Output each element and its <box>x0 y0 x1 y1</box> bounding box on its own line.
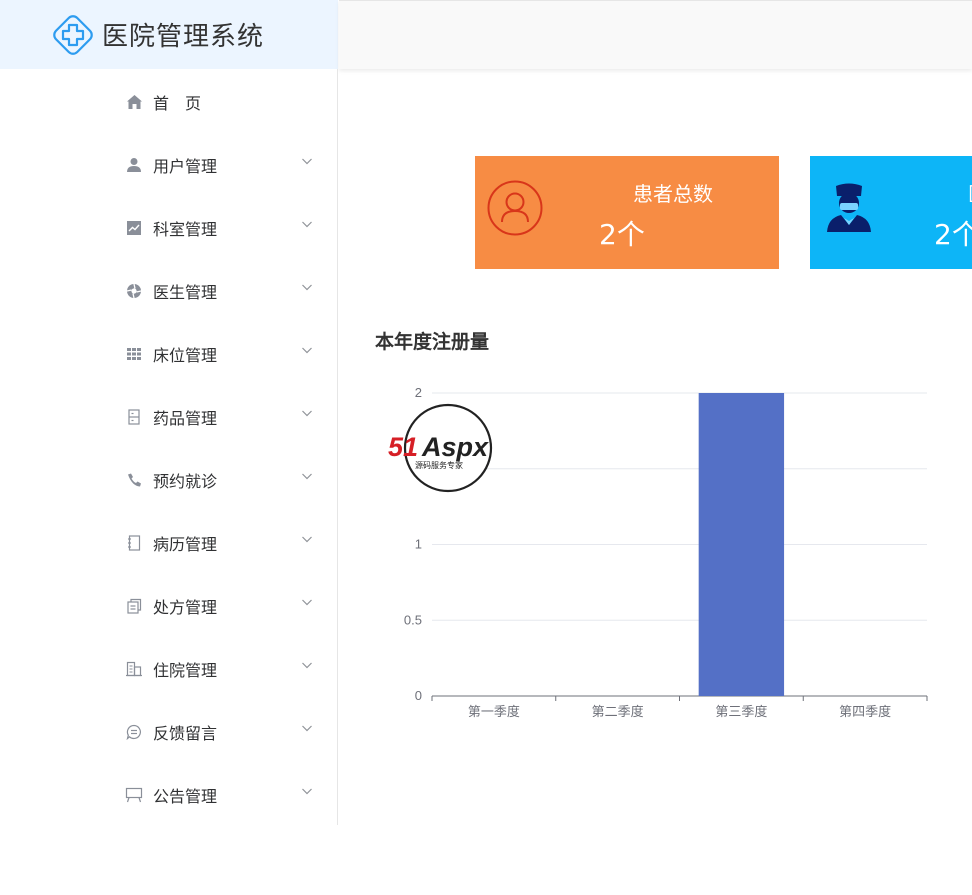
sidebar-item-label: 用户管理 <box>153 157 218 176</box>
x-tick-label: 第一季度 <box>468 704 520 720</box>
sidebar-menu: 首 页 用户管理 科室管理 医生管理 床位管理 药品管理 预约就诊 病历管理 处… <box>0 69 338 825</box>
chevron-down-icon <box>302 599 312 606</box>
app-logo: 医院管理系统 <box>0 0 338 69</box>
y-tick-label: 1 <box>415 537 422 552</box>
sidebar-item-label: 住院管理 <box>153 661 218 680</box>
sidebar-item-feedback[interactable]: 反馈留言 <box>0 712 338 752</box>
chevron-down-icon <box>302 788 312 795</box>
chart-icon <box>125 219 143 237</box>
sidebar-item-beds[interactable]: 床位管理 <box>0 334 338 374</box>
aperture-icon <box>125 282 143 300</box>
y-tick-label: 0.5 <box>404 612 422 627</box>
chevron-down-icon <box>302 536 312 543</box>
top-navbar <box>339 0 972 69</box>
card-value: 2个 <box>934 218 972 251</box>
sidebar-item-home[interactable]: 首 页 <box>0 82 338 122</box>
doctor-icon <box>827 183 871 232</box>
grid-icon <box>125 345 143 363</box>
chevron-down-icon <box>302 158 312 165</box>
chevron-down-icon <box>302 347 312 354</box>
patient-count-card: 患者总数 2个 <box>475 156 779 269</box>
sidebar-item-label: 反馈留言 <box>153 724 218 743</box>
watermark-logo: 51 Aspx 源码服务专家 <box>388 403 493 493</box>
sidebar-item-label: 处方管理 <box>153 598 218 617</box>
svg-text:源码服务专家: 源码服务专家 <box>415 460 463 470</box>
sidebar-item-doctors[interactable]: 医生管理 <box>0 271 338 311</box>
sidebar-item-label: 医生管理 <box>153 283 218 302</box>
x-tick-label: 第四季度 <box>839 704 891 720</box>
chevron-down-icon <box>302 410 312 417</box>
medical-cross-icon <box>53 14 93 55</box>
sidebar-item-label: 公告管理 <box>153 787 218 806</box>
bar <box>698 393 785 696</box>
card-title: 医 <box>968 178 972 207</box>
user-icon <box>125 156 143 174</box>
sidebar-item-inpatient[interactable]: 住院管理 <box>0 649 338 689</box>
document-icon <box>125 597 143 615</box>
sidebar-item-users[interactable]: 用户管理 <box>0 145 338 185</box>
chevron-down-icon <box>302 662 312 669</box>
sidebar-item-label: 床位管理 <box>153 346 218 365</box>
sidebar-item-records[interactable]: 病历管理 <box>0 523 338 563</box>
sidebar-item-drugs[interactable]: 药品管理 <box>0 397 338 437</box>
chevron-down-icon <box>302 221 312 228</box>
building-icon <box>125 660 143 678</box>
svg-text:Aspx: Aspx <box>421 432 489 462</box>
doctor-count-card: 医 2个 <box>810 156 972 269</box>
chevron-down-icon <box>302 473 312 480</box>
notebook-icon <box>125 534 143 552</box>
y-tick-label: 2 <box>415 385 422 400</box>
y-tick-label: 0 <box>415 688 422 703</box>
home-icon <box>125 93 143 111</box>
sidebar-item-appointments[interactable]: 预约就诊 <box>0 460 338 500</box>
x-tick-label: 第二季度 <box>592 704 644 720</box>
app-title: 医院管理系统 <box>102 22 265 52</box>
x-tick-label: 第三季度 <box>715 704 767 720</box>
sidebar-item-label: 科室管理 <box>153 220 218 239</box>
sidebar-item-notices[interactable]: 公告管理 <box>0 775 338 815</box>
card-value: 2个 <box>599 218 645 251</box>
svg-text:51: 51 <box>388 432 418 462</box>
cabinet-icon <box>125 408 143 426</box>
patient-icon <box>487 180 543 236</box>
chevron-down-icon <box>302 284 312 291</box>
sidebar-item-label: 药品管理 <box>153 409 218 428</box>
chat-icon <box>125 723 143 741</box>
sidebar-item-label: 首 页 <box>153 94 202 113</box>
card-title: 患者总数 <box>633 182 713 206</box>
sidebar-item-label: 病历管理 <box>153 535 218 554</box>
board-icon <box>125 786 143 804</box>
sidebar-item-departments[interactable]: 科室管理 <box>0 208 338 248</box>
chart-title: 本年度注册量 <box>375 331 490 353</box>
phone-icon <box>125 471 143 489</box>
sidebar-item-prescriptions[interactable]: 处方管理 <box>0 586 338 626</box>
chevron-down-icon <box>302 725 312 732</box>
sidebar-item-label: 预约就诊 <box>153 472 218 491</box>
